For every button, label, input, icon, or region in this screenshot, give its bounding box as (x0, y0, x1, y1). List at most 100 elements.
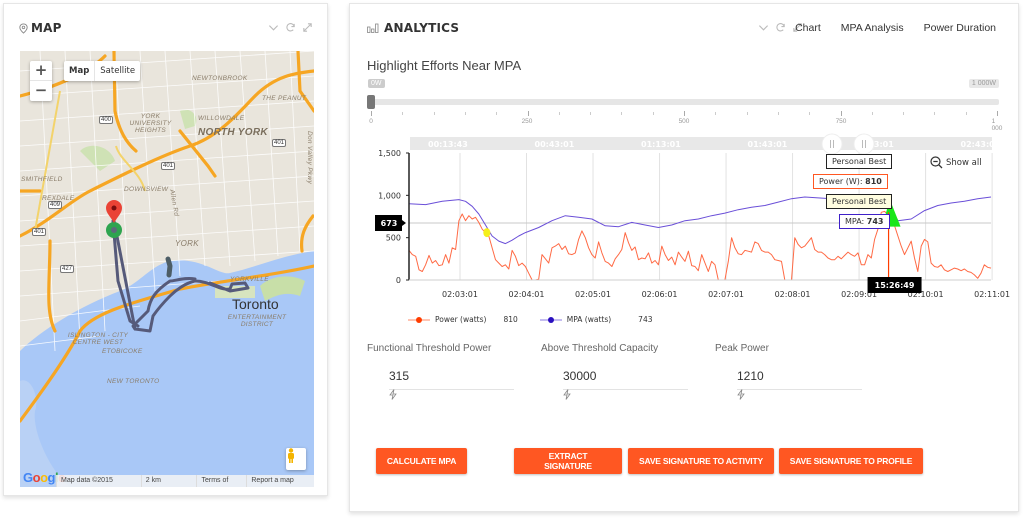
refresh-icon[interactable] (285, 22, 296, 33)
navigator-bar[interactable] (410, 137, 992, 150)
analytics-panel-title: ANALYTICS (367, 21, 459, 35)
save-signature-to-activity-button[interactable]: SAVE SIGNATURE TO ACTIVITY (628, 448, 774, 474)
slider-tick (934, 112, 936, 115)
chevron-down-icon[interactable] (758, 22, 769, 33)
navigator-handle[interactable] (853, 133, 875, 155)
highway-shield-427: 427 (60, 265, 75, 273)
legend-marker-power (408, 316, 430, 323)
y-tick-label: 0 (396, 276, 401, 285)
lightning-icon (563, 389, 571, 400)
map-label-york-university: YORK UNIVERSITY HEIGHTS (129, 113, 172, 134)
navigator-handle-knob (853, 133, 875, 155)
slider-tick (590, 112, 592, 115)
x-crosshair-flag-label: 15:26:49 (875, 281, 915, 290)
terms-of-use-link[interactable]: Terms of Use (196, 475, 247, 487)
map-scale: 2 km (140, 475, 197, 487)
save-signature-to-profile-button[interactable]: SAVE SIGNATURE TO PROFILE (779, 448, 923, 474)
map-zoom-control: + − (30, 61, 52, 101)
map-label-yorkville: YORKVILLE (230, 276, 269, 283)
analytics-nav-tabs: Chart MPA Analysis Power Duration (795, 22, 996, 34)
time-navigator[interactable]: 00:13:4300:43:0101:13:0101:43:0102:13:01… (410, 137, 1001, 150)
map-label-new-toronto: NEW TORONTO (107, 378, 160, 385)
mpa-threshold-slider[interactable]: 0W 1 000W 0 250 500 750 1 000 (367, 79, 1002, 132)
lightning-icon (389, 389, 397, 400)
tooltip-power: Power (W): 810 (813, 174, 888, 189)
map-view[interactable]: NEWTONBROOK THE PEANUT YORK UNIVERSITY H… (20, 51, 314, 487)
analytics-title-text: ANALYTICS (384, 21, 460, 35)
show-all-label: Show all (946, 157, 982, 168)
map-label-islington: ISLINGTON - CITY CENTRE WEST (67, 332, 129, 346)
calculate-mpa-button[interactable]: CALCULATE MPA (376, 448, 467, 474)
bar-chart-icon (367, 23, 379, 33)
map-type-satellite-button[interactable]: Satellite (95, 61, 140, 81)
x-tick-label: 02:06:01 (642, 290, 678, 299)
legend-label: Power (watts) (435, 315, 487, 324)
tab-chart[interactable]: Chart (795, 22, 821, 34)
map-panel-tools (268, 22, 313, 33)
legend-item-power[interactable]: Power (watts) 810 (408, 315, 518, 324)
slider-tick (746, 112, 748, 115)
slider-tick (527, 111, 529, 116)
metric-peak-power: Peak Power 1210 (715, 343, 862, 400)
slider-track[interactable] (369, 99, 999, 105)
highway-shield-409: 409 (48, 201, 63, 209)
chart-canvas: 00:13:4300:43:0101:13:0101:43:0102:13:01… (375, 133, 1010, 299)
y-tick-label: 500 (386, 234, 401, 243)
slider-tick-label: 250 (521, 118, 533, 125)
slider-tick (433, 112, 435, 115)
street-view-pegman[interactable] (286, 448, 306, 470)
tooltip-personal-best: Personal Best (826, 154, 893, 169)
slider-tick (684, 111, 685, 116)
refresh-icon[interactable] (775, 22, 786, 33)
slider-min-badge: 0W (368, 79, 385, 88)
show-all-button[interactable]: Show all (930, 156, 982, 169)
metric-label: Peak Power (715, 343, 769, 354)
navigator-handle[interactable] (821, 133, 843, 155)
navigator-label: 02:43:01 (961, 140, 1001, 149)
mpa-series-line (408, 196, 992, 245)
ftp-input[interactable]: 315 (389, 369, 514, 390)
tooltip-mpa: MPA: 743 (839, 214, 890, 229)
navigator-label: 01:43:01 (748, 140, 788, 149)
legend-item-mpa[interactable]: MPA (watts) 743 (539, 315, 653, 324)
power-series-line (408, 210, 992, 281)
extract-signature-button[interactable]: EXTRACT SIGNATURE (514, 448, 622, 474)
map-type-map-button[interactable]: Map (64, 61, 96, 81)
chevron-down-icon[interactable] (268, 22, 279, 33)
map-data-text: Map data ©2015 Google (56, 475, 141, 487)
map-label-york: YORK (175, 239, 199, 248)
slider-tick (464, 112, 466, 115)
metric-label: Above Threshold Capacity (541, 343, 659, 354)
slider-max-badge: 1 000W (968, 79, 999, 88)
tooltip-power-label: Power (W): (819, 177, 866, 186)
highway-shield-401: 401 (272, 139, 287, 147)
report-map-error-link[interactable]: Report a map error (246, 475, 314, 487)
zoom-out-button[interactable]: − (30, 81, 52, 101)
legend-label: MPA (watts) (566, 315, 612, 324)
navigator-label: 00:43:01 (535, 140, 575, 149)
peak-power-input[interactable]: 1210 (737, 369, 862, 390)
y-tick-label: 1,000 (378, 191, 401, 200)
y-tick-label: 1,500 (378, 149, 401, 158)
map-scale-label: 2 km (145, 477, 161, 484)
slider-tick (558, 112, 560, 115)
legend-value: 810 (503, 315, 518, 324)
end-marker[interactable] (106, 200, 122, 223)
zoom-in-button[interactable]: + (30, 61, 52, 81)
map-label-downsview: DOWNSVIEW (124, 186, 169, 193)
tab-power-duration[interactable]: Power Duration (924, 22, 996, 34)
power-chart[interactable]: 00:13:4300:43:0101:13:0101:43:0102:13:01… (350, 129, 1020, 334)
slider-handle[interactable] (367, 95, 375, 109)
x-tick-label: 02:05:01 (575, 290, 611, 299)
x-tick-label: 02:04:01 (509, 290, 545, 299)
start-marker[interactable] (106, 222, 122, 238)
legend-value: 743 (638, 315, 653, 324)
slider-tick (371, 111, 372, 116)
map-label-the-peanut: THE PEANUT (262, 95, 307, 102)
slider-tick (809, 112, 811, 115)
navigator-handle-knob (821, 133, 843, 155)
slider-tick (997, 111, 998, 116)
expand-icon[interactable] (302, 22, 313, 33)
tab-mpa-analysis[interactable]: MPA Analysis (841, 22, 904, 34)
atc-input[interactable]: 30000 (563, 369, 688, 390)
